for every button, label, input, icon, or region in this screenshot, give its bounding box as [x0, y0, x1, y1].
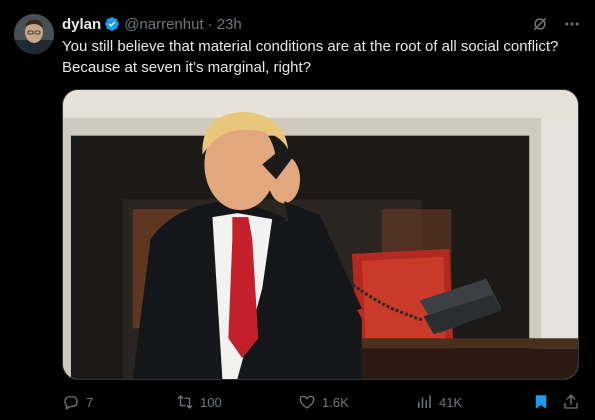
bookmark-icon: [535, 395, 547, 409]
heart-icon: [299, 395, 315, 409]
tweet-text: You still believe that material conditio…: [62, 38, 559, 76]
retweet-button[interactable]: 100: [176, 388, 222, 416]
bookmark-button[interactable]: [532, 388, 550, 416]
separator-dot: ·: [207, 15, 213, 33]
share-icon: [564, 394, 578, 409]
timestamp[interactable]: 23h: [217, 16, 242, 33]
grok-icon[interactable]: [531, 15, 549, 33]
author-name[interactable]: dylan: [62, 16, 101, 33]
reply-icon: [64, 396, 78, 411]
views-count: 41K: [439, 394, 463, 410]
tweet-photo[interactable]: [62, 89, 579, 380]
tweet-header: dylan @narrenhut · 23h: [62, 14, 581, 34]
views-icon: [418, 395, 431, 408]
reply-button[interactable]: 7: [62, 388, 93, 416]
tweet-actions: 7 100 1.6K 41K: [62, 388, 581, 416]
share-button[interactable]: [562, 388, 580, 416]
verified-badge-icon: [104, 16, 120, 32]
like-button[interactable]: 1.6K: [298, 388, 349, 416]
avatar[interactable]: [14, 14, 54, 54]
retweet-count: 100: [200, 394, 222, 410]
reply-count: 7: [86, 394, 94, 410]
more-icon[interactable]: [563, 15, 581, 33]
retweet-icon: [177, 395, 193, 409]
views-button[interactable]: 41K: [415, 388, 462, 416]
author-handle[interactable]: @narrenhut: [124, 16, 203, 33]
like-count: 1.6K: [322, 394, 349, 410]
